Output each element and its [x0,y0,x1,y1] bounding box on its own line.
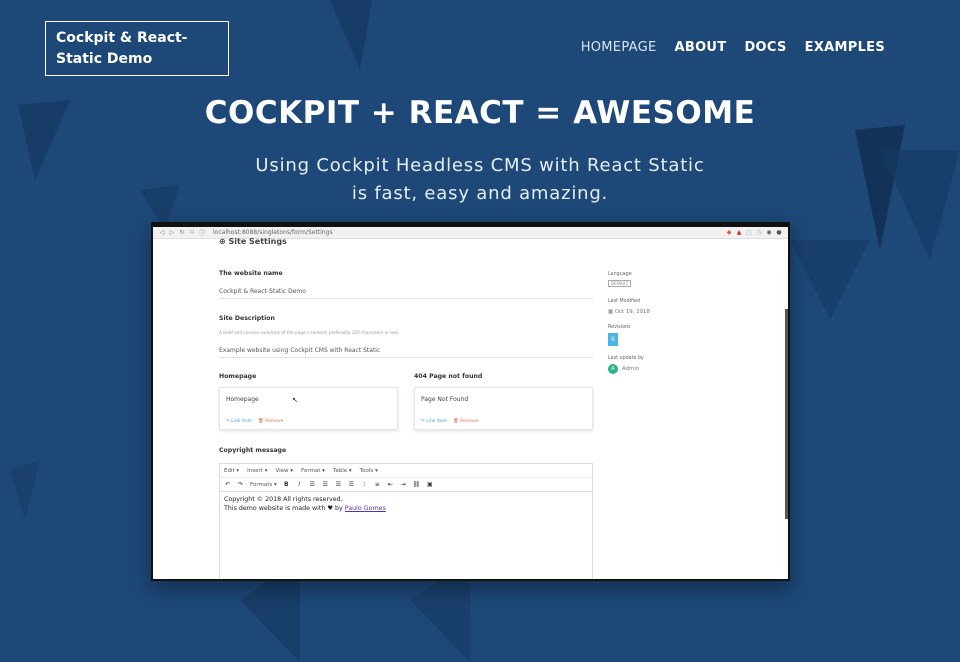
menu-edit[interactable]: Edit ▾ [224,468,239,474]
update-label: Last update by [608,356,644,361]
extension-icon[interactable]: □ [744,229,754,236]
hero-subtitle: Using Cockpit Headless CMS with React St… [240,152,720,208]
menu-format[interactable]: Format ▾ [301,468,325,474]
editor-toolbar: ↶ ↷ Formats ▾ B I ☰ ☰ ☰ ☰ ⁝ ≡ ⇤ ⇥ ⛓ ▣ [220,478,592,492]
content-line-2: This demo website is made with ♥ by Paul… [224,505,588,514]
menu-icon[interactable]: ● [774,229,784,236]
forward-icon[interactable]: ▷ [167,229,177,236]
homepage-link-card[interactable]: Homepage ✎ Link item 🗑 Remove [219,387,398,430]
modified-value: ▦ Oct 19, 2018 [608,309,650,315]
alert-icon[interactable]: ▲ [734,229,744,236]
align-center-icon[interactable]: ☰ [322,481,329,488]
hero-subtitle-line-1: Using Cockpit Headless CMS with React St… [255,155,705,176]
section-title-text: Site Settings [228,237,287,246]
redo-icon[interactable]: ↷ [237,481,244,488]
link-icon[interactable]: ⛓ [413,481,421,488]
indent-icon[interactable]: ⇥ [400,481,407,488]
bold-icon[interactable]: B [283,481,290,488]
notfound-link-card[interactable]: Page Not Found ✎ Link item 🗑 Remove [414,387,593,430]
menu-view[interactable]: View ▾ [275,468,293,474]
nav-examples[interactable]: EXAMPLES [805,40,885,55]
section-title: ⊕ Site Settings [219,237,287,246]
divider [219,298,593,299]
revisions-label: Revisions [608,325,631,330]
align-right-icon[interactable]: ☰ [335,481,342,488]
language-badge[interactable]: DEFAULT [608,280,632,287]
bullet-list-icon[interactable]: ⁝ [361,481,368,488]
back-icon[interactable]: ◁ [157,229,167,236]
modified-label: Last Modified [608,299,640,304]
mouse-cursor-icon: ↖ [292,396,298,404]
content-line-1: Copyright © 2018 All rights reserved. [224,496,343,503]
screenshot-frame: ◁ ▷ ↻ ⌑ ⓘ localhost:8088/singletons/form… [151,222,790,581]
scrollbar[interactable] [785,309,788,519]
menu-tools[interactable]: Tools ▾ [360,468,378,474]
site-info-icon[interactable]: ⓘ [197,228,207,237]
image-icon[interactable]: ▣ [426,481,433,488]
italic-icon[interactable]: I [296,481,303,488]
language-label: Language [608,272,632,277]
brand-logo[interactable]: Cockpit & React-Static Demo [45,21,229,76]
link-item-button[interactable]: ✎ Link item [421,419,447,424]
rich-text-editor[interactable]: Edit ▾ Insert ▾ View ▾ Format ▾ Table ▾ … [219,463,593,579]
homepage-link-value: Homepage [226,396,259,403]
notfound-label: 404 Page not found [414,373,483,380]
site-description-field[interactable]: Example website using Cockpit CMS with R… [219,347,380,354]
undo-icon[interactable]: ↶ [224,481,231,488]
align-justify-icon[interactable]: ☰ [348,481,355,488]
editor-menubar: Edit ▾ Insert ▾ View ▾ Format ▾ Table ▾ … [220,464,592,478]
divider [219,357,593,358]
reload-icon[interactable]: ↻ [177,229,187,236]
menu-table[interactable]: Table ▾ [333,468,352,474]
link-item-button[interactable]: ✎ Link item [226,419,252,424]
revisions-badge[interactable]: 6 [608,333,618,346]
website-name-label: The website name [219,270,283,277]
hero-title: COCKPIT + REACT = AWESOME [204,95,756,131]
settings-icon: ⊕ [219,237,226,246]
nav-homepage[interactable]: HOMEPAGE [581,40,657,55]
site-description-label: Site Description [219,315,275,322]
notfound-link-value: Page Not Found [421,396,469,403]
remove-button[interactable]: 🗑 Remove [258,419,283,424]
account-icon[interactable]: ◉ [764,229,774,236]
shield-icon[interactable]: ◆ [724,229,734,236]
history-icon[interactable]: ◷ [754,229,764,236]
bookmark-icon[interactable]: ⌑ [187,229,197,236]
menu-insert[interactable]: Insert ▾ [247,468,267,474]
main-nav: HOMEPAGE ABOUT DOCS EXAMPLES [581,40,885,55]
calendar-icon: ▦ [608,309,614,315]
remove-button[interactable]: 🗑 Remove [453,419,478,424]
nav-docs[interactable]: DOCS [744,40,786,55]
update-user: Admin [622,366,640,372]
numbered-list-icon[interactable]: ≡ [374,481,381,488]
outdent-icon[interactable]: ⇤ [387,481,394,488]
copyright-label: Copyright message [219,447,287,454]
editor-content[interactable]: Copyright © 2018 All rights reserved. Th… [220,492,592,517]
avatar: A [608,364,618,374]
align-left-icon[interactable]: ☰ [309,481,316,488]
site-description-hint: A brief and concise summary of the page'… [219,330,400,335]
formats-dropdown[interactable]: Formats ▾ [250,482,277,488]
nav-about[interactable]: ABOUT [675,40,727,55]
content-line-2-text: This demo website is made with ♥ by [224,504,345,512]
cms-page: ⊕ Site Settings The website name Cockpit… [153,237,788,579]
website-name-field[interactable]: Cockpit & React-Static Demo [219,288,306,295]
modified-date: Oct 19, 2018 [614,309,650,315]
hero-subtitle-line-2: is fast, easy and amazing. [351,183,609,204]
address-bar[interactable]: localhost:8088/singletons/form/Settings [213,229,724,236]
author-link[interactable]: Paulo Gomes [345,505,386,512]
homepage-label: Homepage [219,373,257,380]
